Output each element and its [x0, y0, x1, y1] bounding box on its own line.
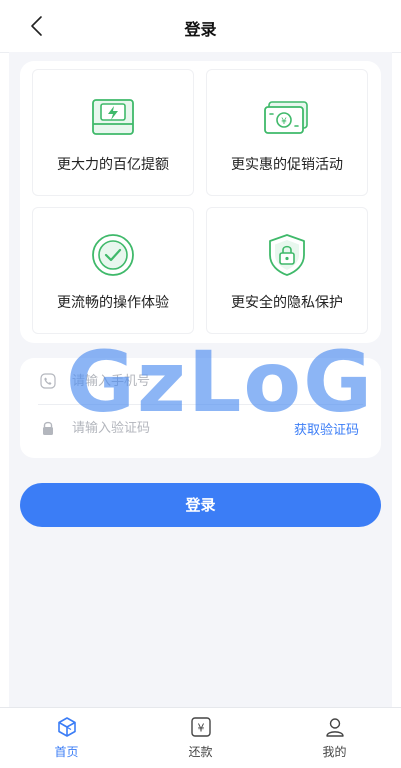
feature-label: 更大力的百亿提额	[57, 157, 169, 173]
phone-icon	[40, 373, 56, 389]
features-card: 更大力的百亿提额 ¥ 更实惠的促销活动 更流畅的操作体验 更安全的隐私保护	[20, 61, 381, 343]
svg-text:¥: ¥	[281, 117, 287, 127]
code-row: 获取验证码	[20, 405, 381, 451]
tab-home[interactable]: 首页	[0, 708, 133, 768]
tab-label: 还款	[188, 745, 213, 759]
user-icon	[325, 718, 344, 737]
check-badge-icon	[92, 234, 134, 276]
tab-label: 我的	[322, 745, 347, 759]
phone-row	[20, 358, 381, 405]
feature-label: 更流畅的操作体验	[57, 295, 169, 311]
svg-text:¥: ¥	[197, 722, 204, 735]
phone-input[interactable]	[72, 371, 272, 391]
lock-shield-icon	[269, 234, 305, 276]
tab-mine[interactable]: 我的	[268, 708, 401, 768]
money-case-icon	[92, 99, 134, 135]
top-nav-bar: 登录	[0, 0, 401, 53]
feature-item-credit-limit: 更大力的百亿提额	[32, 69, 194, 196]
login-form-card: 获取验证码	[20, 358, 381, 458]
yen-bill-icon: ¥	[190, 717, 211, 737]
page-title: 登录	[184, 20, 217, 39]
bottom-tab-bar: 首页 ¥ 还款 我的	[0, 707, 401, 768]
feature-item-privacy: 更安全的隐私保护	[206, 207, 368, 334]
page-body: 更大力的百亿提额 ¥ 更实惠的促销活动 更流畅的操作体验 更安全的隐私保护 请输…	[9, 52, 392, 707]
get-code-button[interactable]: 获取验证码	[294, 419, 359, 438]
verification-code-input[interactable]	[72, 418, 272, 438]
tab-repayment[interactable]: ¥ 还款	[134, 708, 267, 768]
tab-label: 首页	[54, 745, 79, 759]
lock-icon	[43, 421, 53, 435]
feature-label: 更实惠的促销活动	[231, 157, 343, 173]
feature-label: 更安全的隐私保护	[231, 295, 343, 311]
login-button[interactable]: 登录	[20, 483, 381, 527]
banknote-icon: ¥	[264, 101, 308, 134]
feature-item-promotions: ¥ 更实惠的促销活动	[206, 69, 368, 196]
home-cube-icon	[57, 717, 76, 737]
feature-item-smooth-experience: 更流畅的操作体验	[32, 207, 194, 334]
